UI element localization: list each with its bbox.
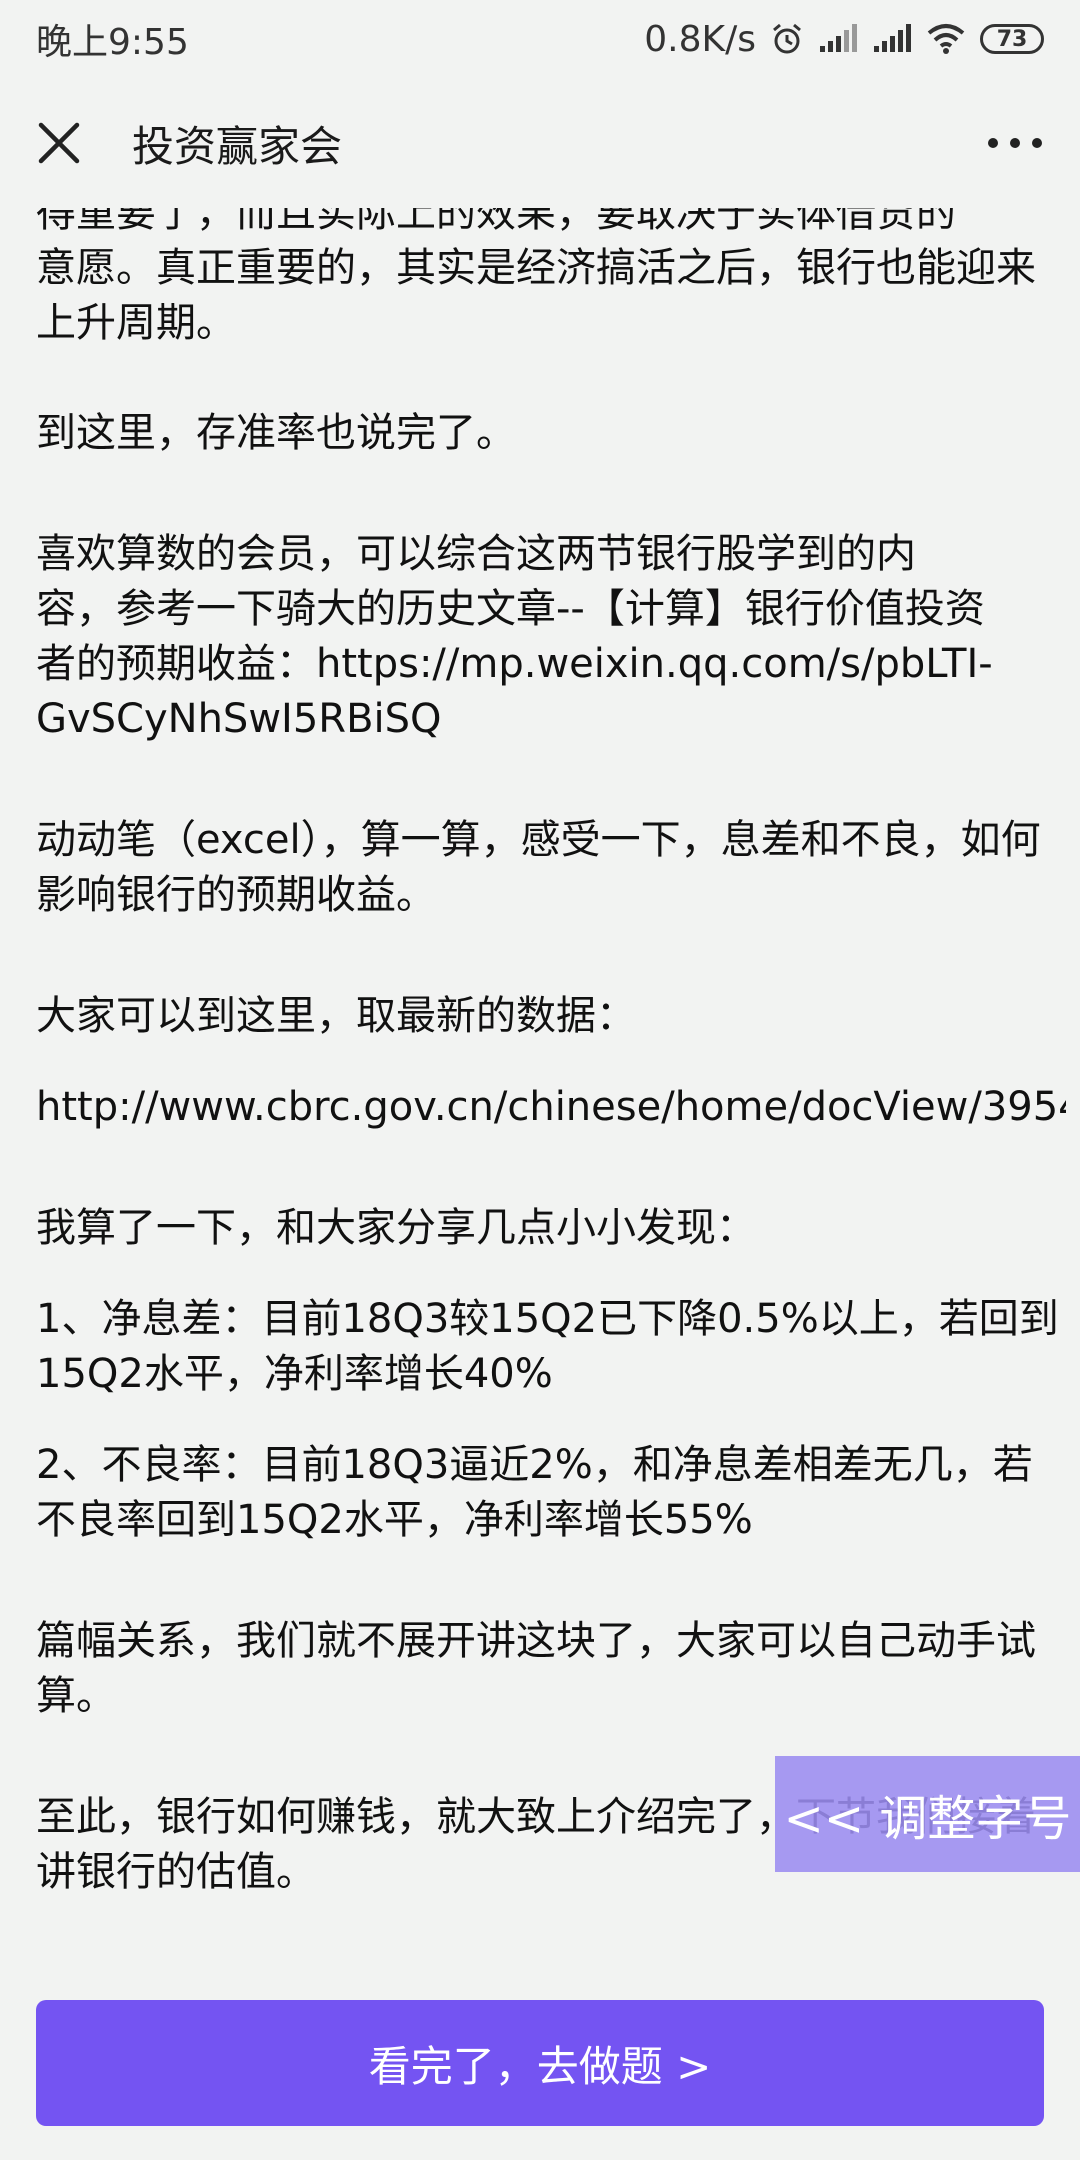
finish-quiz-button[interactable]: 看完了，去做题 >: [36, 2000, 1044, 2126]
article-link-line[interactable]: GvSCyNhSwI5RBiSQ: [36, 692, 1066, 747]
article-list-item: 2、不良率：目前18Q3逼近2%，和净息差相差无几，若不良率回到15Q2水平，净…: [36, 1442, 1033, 1543]
page-title: 投资赢家会: [132, 121, 343, 171]
net-speed: 0.8K/s: [644, 18, 756, 60]
article-paragraph-line: 喜欢算数的会员，可以综合这两节银行股学到的内: [36, 531, 916, 577]
article-paragraph: 意愿。真正重要的，其实是经济搞活之后，银行也能迎来上升周期。: [36, 245, 1036, 346]
status-time: 晚上9:55: [36, 22, 189, 63]
status-icons: 0.8K/s 73: [644, 19, 1044, 60]
article-link[interactable]: http://www.cbrc.gov.cn/chinese/home/docV…: [36, 1080, 1066, 1135]
signal-icon: [874, 24, 911, 52]
status-bar: 晚上9:55 0.8K/s 73: [0, 0, 1080, 78]
article-paragraph: 我算了一下，和大家分享几点小小发现：: [36, 1205, 756, 1251]
nav-bar: 投资赢家会: [0, 78, 1080, 208]
font-size-adjust-button[interactable]: << 调整字号: [775, 1756, 1080, 1872]
article-list-item: 1、净息差：目前18Q3较15Q2已下降0.5%以上，若回到15Q2水平，净利率…: [36, 1296, 1059, 1397]
battery-icon: 73: [980, 24, 1044, 54]
article-paragraph: 到这里，存准率也说完了。: [36, 410, 516, 456]
article-paragraph-partial: 得重要了，而且实际上的效果，要取决于实体借贷的: [36, 208, 956, 236]
wifi-icon: [927, 24, 965, 54]
article-paragraph-line: 容，参考一下骑大的历史文章--【计算】银行价值投资: [36, 586, 985, 632]
article-content[interactable]: 得重要了，而且实际上的效果，要取决于实体借贷的 意愿。真正重要的，其实是经济搞活…: [36, 208, 1066, 1984]
alarm-icon: [773, 23, 801, 54]
more-icon[interactable]: [986, 136, 1044, 150]
article-paragraph: 动动笔（excel），算一算，感受一下，息差和不良，如何影响银行的预期收益。: [36, 817, 1041, 918]
article-paragraph: 篇幅关系，我们就不展开讲这块了，大家可以自己动手试算。: [36, 1618, 1036, 1719]
signal-icon: [820, 24, 857, 52]
close-icon[interactable]: [36, 120, 82, 166]
article-link-line[interactable]: 者的预期收益：https://mp.weixin.qq.com/s/pbLTI-: [36, 637, 1066, 692]
article-paragraph: 大家可以到这里，取最新的数据：: [36, 993, 636, 1039]
